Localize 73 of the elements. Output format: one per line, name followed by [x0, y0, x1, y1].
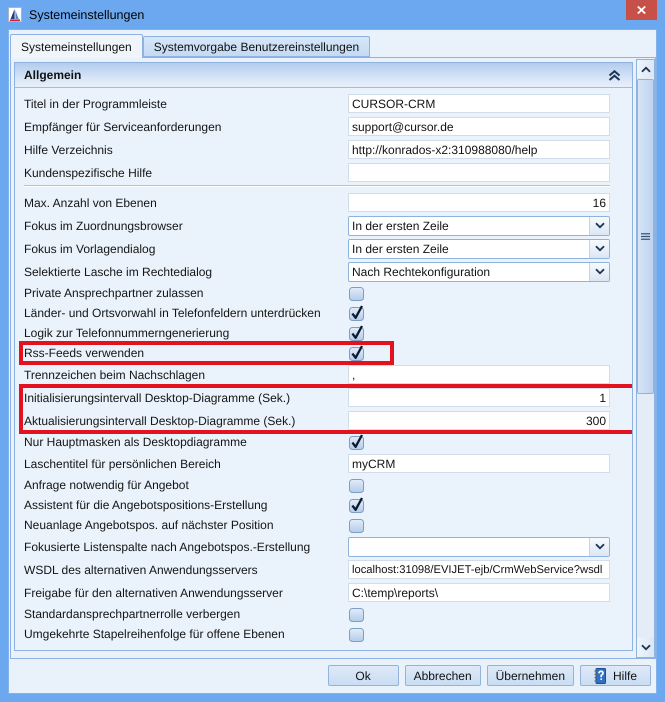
checkbox[interactable]: [349, 325, 365, 341]
field-label: Kundenspezifische Hilfe: [24, 166, 152, 180]
field-label: Selektierte Lasche im Rechtedialog: [24, 264, 212, 278]
number-field[interactable]: 300: [348, 411, 610, 430]
chevron-down-icon: [640, 644, 650, 650]
text-field[interactable]: myCRM: [348, 454, 610, 473]
checkbox[interactable]: [349, 285, 365, 301]
dropdown[interactable]: In der ersten Zeile: [348, 238, 610, 258]
scrollbar[interactable]: [636, 59, 655, 658]
field-label: Empfänger für Serviceanforderungen: [24, 120, 222, 134]
text-field[interactable]: ,: [348, 365, 610, 384]
checkbox-label: Assistent für die Angebotspositions-Erstellung: [24, 498, 268, 512]
chevron-down-icon: [594, 245, 604, 252]
checkbox[interactable]: [349, 434, 365, 450]
text-field[interactable]: support@cursor.de: [348, 117, 610, 136]
dialog-button[interactable]: Abbrechen: [404, 665, 481, 686]
field-label: Initialisierungsintervall Desktop-Diagramme (Sek.): [24, 390, 290, 404]
field-label: Fokusierte Listenspalte nach Angebotspos.-Erstellung: [24, 540, 310, 554]
checkbox-label: Nur Hauptmasken als Desktopdiagramme: [24, 435, 247, 449]
checkbox[interactable]: [349, 305, 365, 321]
checkbox[interactable]: [349, 497, 365, 513]
checkbox-label: Anfrage notwendig für Angebot: [24, 478, 189, 492]
dialog-button[interactable]: Übernehmen: [486, 665, 574, 686]
close-button[interactable]: [626, 0, 657, 20]
section-header[interactable]: Allgemein: [15, 63, 632, 88]
checkbox-label: Umgekehrte Stapelreihenfolge für offene Ebenen: [24, 627, 285, 641]
chevron-up-icon: [640, 66, 650, 72]
tab[interactable]: Systemvorgabe Benutzereinstellungen: [142, 36, 370, 57]
dropdown[interactable]: Nach Rechtekonfiguration: [348, 262, 610, 282]
field-label: Titel in der Programmleiste: [24, 96, 167, 110]
field-label: Fokus im Zuordnungsbrowser: [24, 218, 183, 232]
scrollbar-thumb[interactable]: [637, 79, 654, 394]
number-field[interactable]: 16: [348, 193, 610, 212]
chevron-down-icon: [594, 268, 604, 275]
number-field[interactable]: 1: [348, 388, 610, 407]
chevron-down-icon: [594, 222, 604, 229]
help-book-icon: [594, 668, 606, 684]
field-label: Max. Anzahl von Ebenen: [24, 196, 157, 210]
checkbox-label: Private Ansprechpartner zulassen: [24, 286, 204, 300]
field-label: Freigabe für den alternativen Anwendungsserver: [24, 586, 283, 600]
checkbox-label: Neuanlage Angebotspos. auf nächster Position: [24, 518, 274, 532]
checkbox-label: Logik zur Telefonnummerngenerierung: [24, 326, 230, 340]
close-icon: [637, 6, 646, 14]
field-label: Hilfe Verzeichnis: [24, 142, 113, 156]
scroll-down-button[interactable]: [637, 637, 654, 657]
tab[interactable]: Systemeinstellungen: [10, 34, 143, 58]
window-title: Systemeinstellungen: [29, 7, 144, 23]
chevron-down-icon: [594, 543, 604, 550]
grip-icon: [641, 233, 650, 240]
dropdown[interactable]: [348, 536, 610, 556]
text-field[interactable]: [348, 163, 610, 182]
text-field[interactable]: http://konrados-x2:310988080/help: [348, 140, 610, 159]
field-label: Aktualisierungsintervall Desktop-Diagramme (Sek.): [24, 414, 296, 428]
checkbox-label: Rss-Feeds verwenden: [24, 346, 144, 360]
field-label: WSDL des alternativen Anwendungsservers: [24, 562, 258, 576]
checkbox[interactable]: [349, 606, 365, 622]
text-field[interactable]: CURSOR-CRM: [348, 94, 610, 113]
dropdown[interactable]: In der ersten Zeile: [348, 216, 610, 236]
text-field[interactable]: localhost:31098/EVIJET-ejb/CrmWebService?wsdl: [348, 560, 610, 579]
checkbox[interactable]: [349, 517, 365, 533]
sailboat-icon: [8, 7, 22, 22]
text-field[interactable]: C:\temp\reports\: [348, 583, 610, 602]
checkbox[interactable]: [349, 477, 365, 493]
field-label: Laschentitel für persönlichen Bereich: [24, 456, 221, 470]
field-label: Fokus im Vorlagendialog: [24, 242, 156, 256]
help-button[interactable]: Hilfe: [580, 665, 651, 686]
field-label: Trennzeichen beim Nachschlagen: [24, 368, 205, 382]
checkbox-label: Standardansprechpartnerrolle verbergen: [24, 607, 240, 621]
scroll-up-button[interactable]: [637, 60, 654, 78]
checkbox[interactable]: [349, 345, 365, 361]
checkbox-label: Länder- und Ortsvorwahl in Telefonfeldern unterdrücken: [24, 306, 321, 320]
checkbox[interactable]: [349, 626, 365, 642]
dialog-button[interactable]: Ok: [328, 665, 399, 686]
